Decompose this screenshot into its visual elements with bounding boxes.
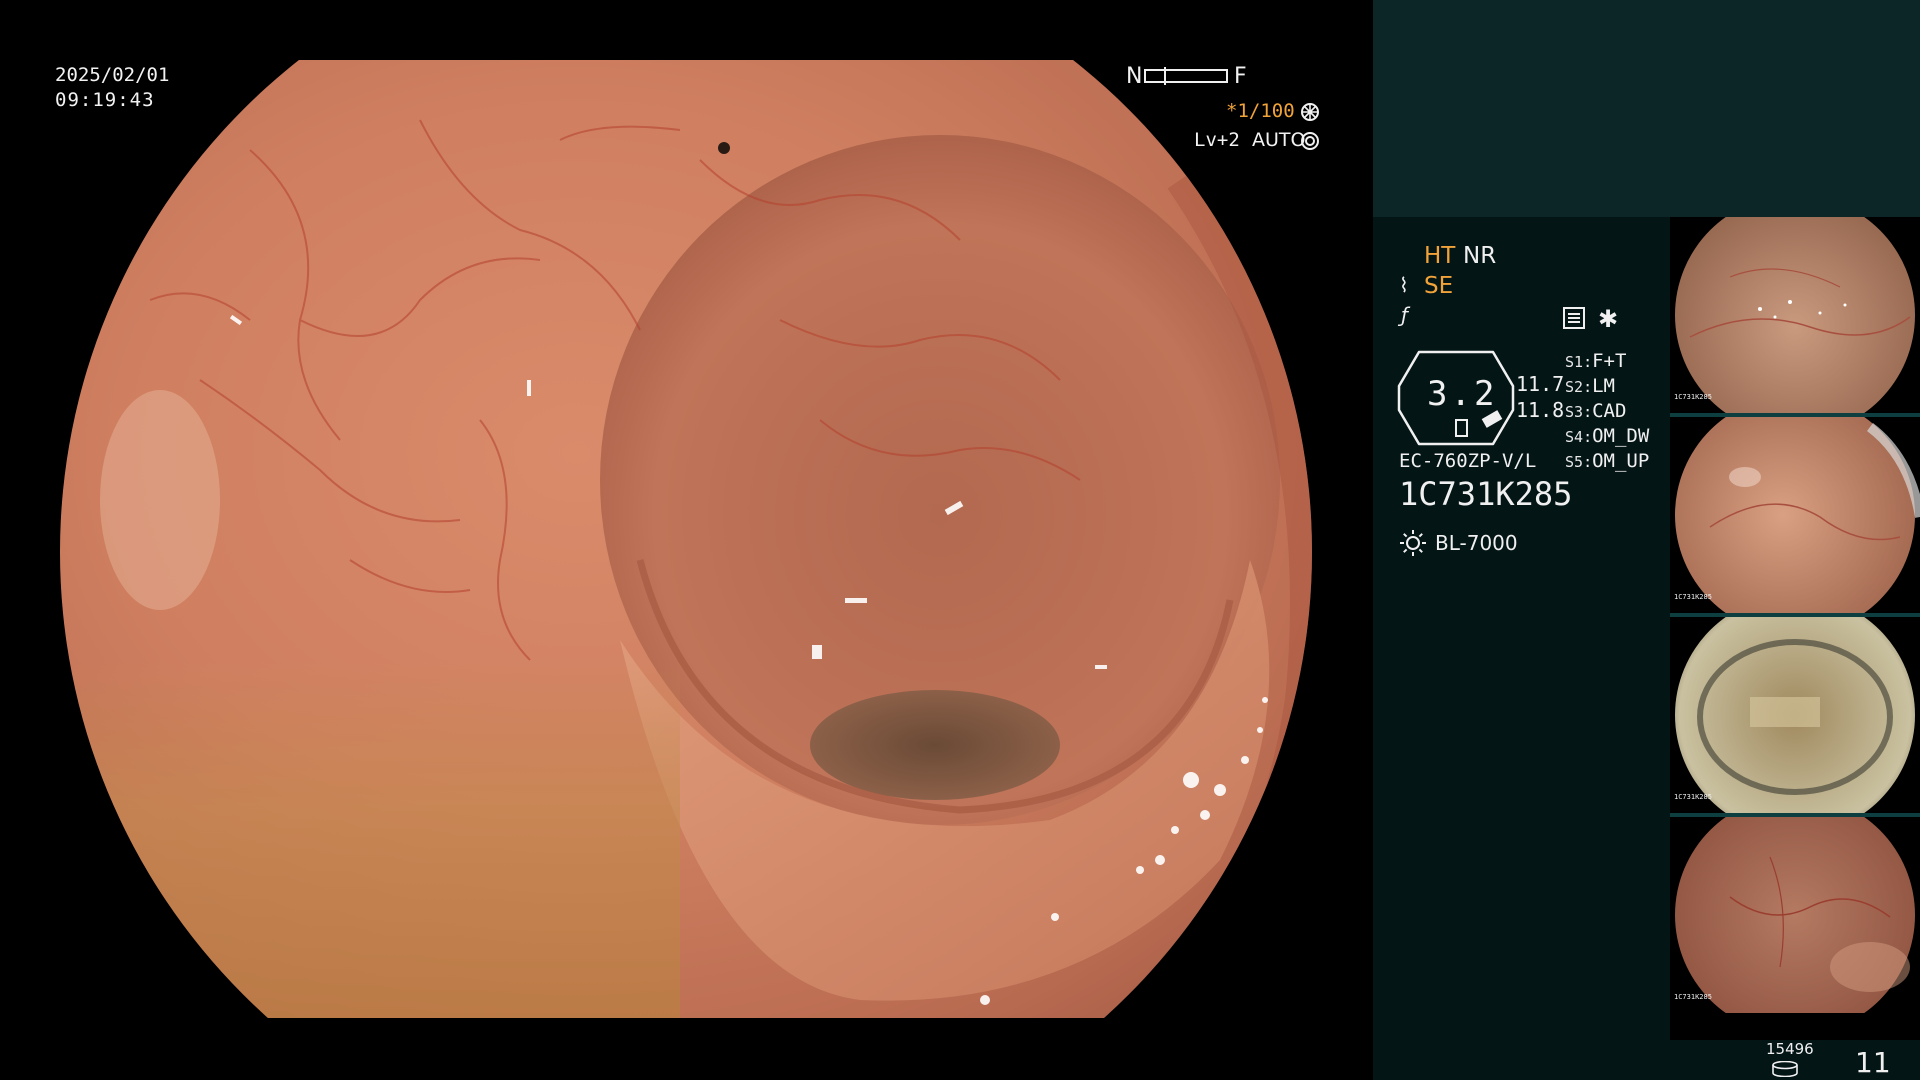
thumbnail-image-4 [1675, 817, 1915, 1013]
thumbnail-image-1 [1675, 217, 1915, 413]
thumbnail-image-2 [1675, 417, 1920, 613]
status-footer: 15496 11 [1373, 1040, 1920, 1080]
shutter-speed-label: *1/100 [1226, 100, 1295, 122]
focus-bar-marker [1164, 67, 1166, 85]
thumbnail-serial-1: 1C731K285 [1674, 393, 1712, 401]
date-label: 2025/02/01 [55, 64, 170, 86]
thumbnail-serial-3: 1C731K285 [1674, 793, 1712, 801]
side-panel: HT NR ⌇ SE ƒ ✱ 3.2 11.7 11.8 S1:F+T S2:L… [1373, 0, 1920, 1080]
zoom-value-label: 3.2 [1427, 374, 1498, 414]
settings-info-panel: HT NR ⌇ SE ƒ ✱ 3.2 11.7 11.8 S1:F+T S2:L… [1373, 217, 1670, 1080]
value-a-label: 11.7 [1516, 372, 1565, 396]
iris-icon [1301, 132, 1319, 150]
switch-row-s2: S2:LM [1565, 375, 1615, 397]
asterisk-icon: ✱ [1598, 305, 1619, 333]
ht-label: HT [1424, 243, 1456, 269]
switch-row-s5: S5:OM_UP [1565, 450, 1650, 472]
switch-row-s3: S3:CAD [1565, 400, 1627, 422]
se-label: SE [1424, 273, 1454, 299]
structure-enhancement-icon: ⌇ [1399, 273, 1409, 297]
light-source-icon [1400, 530, 1426, 556]
light-source-label: BL-7000 [1435, 531, 1518, 555]
aperture-icon [1301, 103, 1319, 121]
focus-far-label: F [1234, 64, 1247, 89]
captured-image-thumbnail-1[interactable]: 1C731K285 [1670, 217, 1920, 413]
iris-mode-label: AUTO [1252, 129, 1306, 151]
storage-count-label: 15496 [1766, 1040, 1814, 1058]
focus-indicator: N F [1126, 64, 1254, 90]
thumbnail-serial-4: 1C731K285 [1674, 993, 1712, 1001]
settings-list-icon [1563, 307, 1585, 329]
captured-image-thumbnail-2[interactable]: 1C731K285 [1670, 417, 1920, 613]
scope-model-label: EC-760ZP-V/L [1399, 450, 1537, 472]
signal-icon: ƒ [1401, 303, 1409, 327]
enhancement-level-label: Lv+2 [1194, 129, 1240, 151]
captured-image-thumbnail-4[interactable]: 1C731K285 [1670, 817, 1920, 1013]
captured-image-thumbnail-3[interactable]: 1C731K285 [1670, 617, 1920, 813]
side-panel-header-area [1373, 0, 1920, 217]
scope-serial-label: 1C731K285 [1399, 475, 1573, 513]
thumbnail-image-3 [1675, 617, 1915, 813]
nr-label: NR [1463, 243, 1497, 269]
main-endoscope-view: 2025/02/01 09:19:43 N F *1/100 Lv+2 AUTO [0, 0, 1373, 1080]
switch-row-s1: S1:F+T [1565, 350, 1627, 372]
thumbnail-serial-2: 1C731K285 [1674, 593, 1712, 601]
endoscopic-image [60, 60, 1312, 1018]
time-label: 09:19:43 [55, 89, 155, 111]
capture-count-label: 11 [1855, 1046, 1891, 1079]
focus-near-label: N [1126, 64, 1143, 89]
switch-row-s4: S4:OM_DW [1565, 425, 1650, 447]
value-b-label: 11.8 [1516, 398, 1565, 422]
storage-disk-icon [1772, 1061, 1798, 1077]
focus-bar [1144, 67, 1228, 85]
